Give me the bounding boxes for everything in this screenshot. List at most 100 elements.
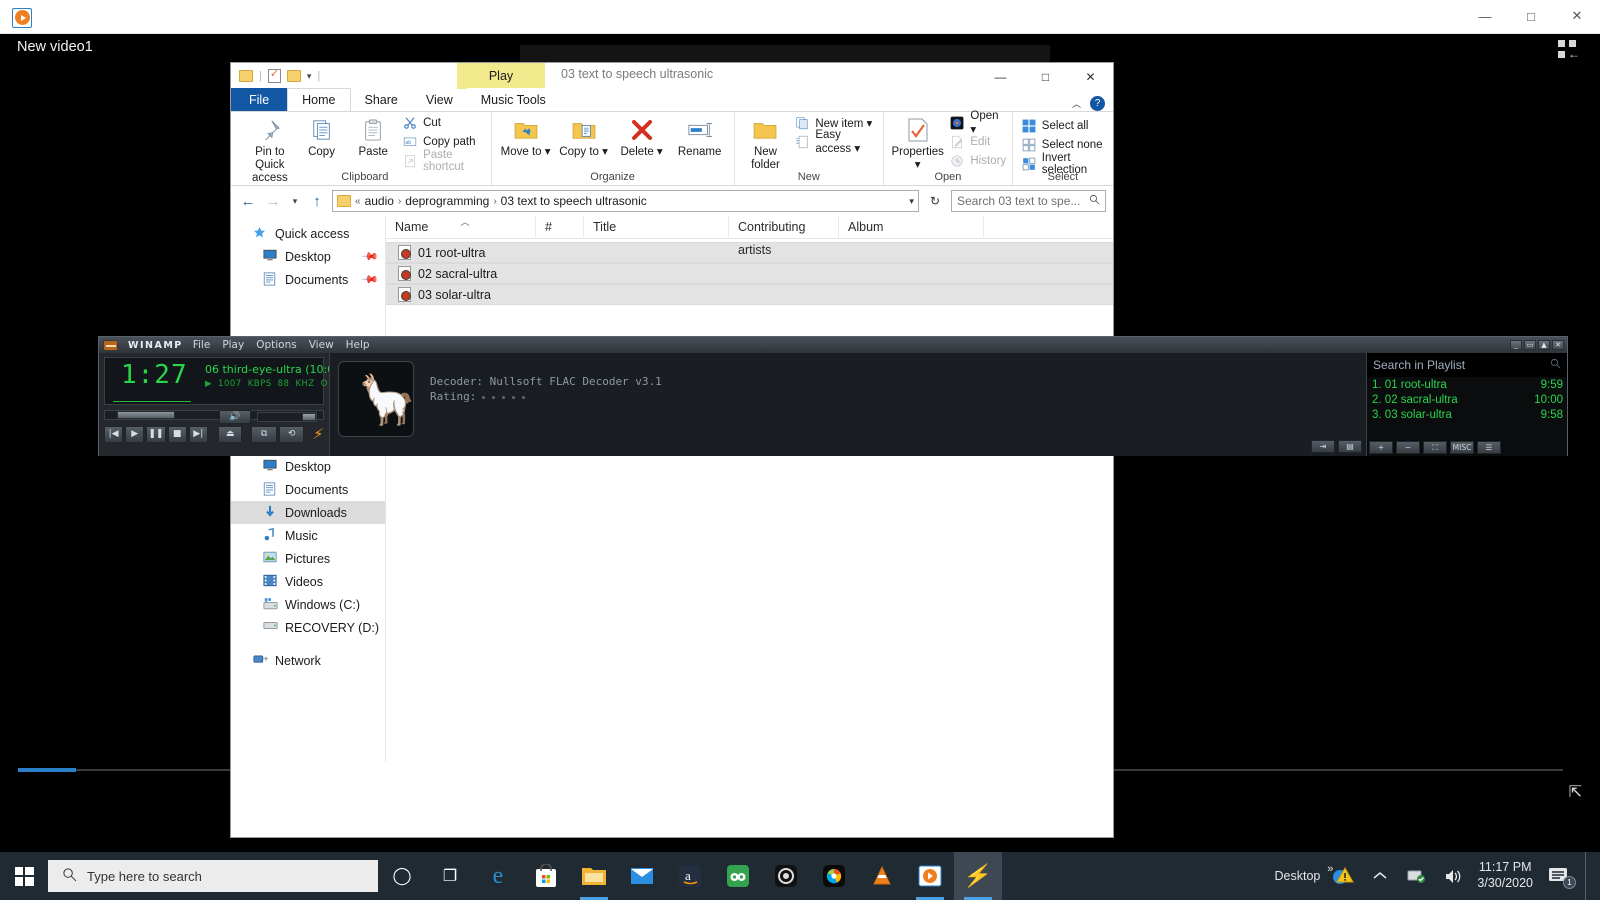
copy-to-button[interactable]: Copy to ▾ [555, 115, 613, 159]
edit-button[interactable]: Edit [950, 134, 1006, 150]
video-close-button[interactable]: ✕ [1554, 0, 1600, 33]
warning-icon[interactable] [1329, 852, 1357, 900]
delete-button[interactable]: Delete ▾ [613, 115, 671, 159]
new-folder-button[interactable]: New folder [740, 115, 792, 172]
sidebar-item-quick-access[interactable]: Quick access [231, 222, 385, 245]
stop-button[interactable]: ■ [167, 425, 187, 443]
select-all-button[interactable]: Select all [1022, 118, 1108, 134]
sidebar-item-music[interactable]: Music [231, 524, 385, 547]
sidebar-item-recovery-d[interactable]: RECOVERY (D:) [231, 616, 385, 639]
lightning-icon[interactable]: ⚡ [312, 425, 326, 443]
chevron-up-icon[interactable] [1366, 852, 1394, 900]
file-explorer-icon[interactable] [570, 852, 618, 900]
playlist-misc-button[interactable]: MISC [1450, 441, 1474, 454]
breadcrumb-item-current[interactable]: 03 text to speech ultrasonic [501, 194, 647, 208]
pause-button[interactable]: ❚❚ [146, 425, 166, 443]
sidebar-item-desktop-qa[interactable]: Desktop 📌 [231, 245, 385, 268]
paste-button[interactable]: Paste [347, 115, 399, 159]
properties-icon[interactable] [267, 67, 281, 83]
help-icon[interactable]: ? [1090, 96, 1105, 111]
menu-help[interactable]: Help [346, 339, 370, 351]
copy-button[interactable]: Copy [296, 115, 348, 159]
seek-thumb[interactable] [117, 411, 175, 419]
playlist-add-button[interactable]: + [1369, 441, 1393, 454]
list-item[interactable]: 2. 02 sacral-ultra 10:00 [1367, 392, 1567, 407]
winamp-shade-button[interactable]: ▲ [1538, 340, 1550, 350]
volume-icon[interactable] [1440, 852, 1468, 900]
amazon-icon[interactable]: a [666, 852, 714, 900]
pin-icon[interactable]: 📌 [361, 270, 380, 289]
sidebar-item-documents[interactable]: Documents [231, 478, 385, 501]
properties-button[interactable]: Properties ▾ [889, 115, 946, 172]
task-view-icon[interactable]: ❐ [426, 852, 474, 900]
playback-time[interactable]: 1:27 [121, 360, 188, 390]
up-button[interactable]: ↑ [307, 193, 327, 210]
visualizer[interactable] [113, 388, 191, 402]
menu-view[interactable]: View [309, 339, 334, 351]
network-icon[interactable] [1403, 852, 1431, 900]
video-maximize-button[interactable]: □ [1508, 0, 1554, 33]
sidebar-item-desktop[interactable]: Desktop [231, 455, 385, 478]
sidebar-item-network[interactable]: Network [231, 649, 385, 672]
breadcrumb[interactable]: « audio › deprogramming › 03 text to spe… [332, 190, 919, 212]
winamp-icon[interactable]: ⚡ [954, 852, 1002, 900]
microsoft-store-icon[interactable] [522, 852, 570, 900]
ribbon-collapse-icon[interactable]: ︿ [1072, 97, 1081, 110]
search-input[interactable]: Search 03 text to spe... [951, 190, 1106, 212]
sidebar-item-downloads[interactable]: Downloads [231, 501, 385, 524]
sidebar-item-videos[interactable]: Videos [231, 570, 385, 593]
tab-music-tools[interactable]: Music Tools [466, 88, 560, 111]
new-folder-icon[interactable] [286, 70, 301, 82]
media-player-icon[interactable] [906, 852, 954, 900]
vlc-icon[interactable] [858, 852, 906, 900]
camera-icon[interactable] [762, 852, 810, 900]
contextual-tab-group-play[interactable]: Play [457, 63, 545, 89]
eject-button[interactable]: ⏏ [217, 425, 243, 443]
info-button-1[interactable]: ⇥ [1311, 440, 1335, 453]
speaker-icon[interactable]: 🔊 [219, 410, 251, 424]
refresh-icon[interactable]: ↻ [924, 194, 940, 208]
explorer-maximize-button[interactable]: □ [1023, 63, 1068, 91]
shuffle-button[interactable]: ⧉ [251, 425, 277, 443]
table-row[interactable]: 02 sacral-ultra [386, 263, 1113, 284]
column-header-name[interactable]: ︿ Name [386, 215, 536, 239]
play-button[interactable]: ▶ [125, 425, 145, 443]
back-button[interactable]: ← [238, 193, 258, 210]
list-item[interactable]: 3. 03 solar-ultra 9:58 [1367, 407, 1567, 422]
info-button-2[interactable]: ▤ [1338, 440, 1362, 453]
repeat-button[interactable]: ⟲ [278, 425, 305, 443]
explorer-close-button[interactable]: ✕ [1068, 63, 1113, 91]
chevron-down-icon[interactable]: ▾ [307, 71, 312, 82]
expand-icon[interactable]: ⇱ [1569, 782, 1582, 802]
next-button[interactable]: ▶| [188, 425, 208, 443]
list-item[interactable]: 1. 01 root-ultra 9:59 [1367, 377, 1567, 392]
playlist-search-input[interactable]: Search in Playlist [1367, 353, 1567, 377]
breadcrumb-item-audio[interactable]: audio [365, 194, 394, 208]
column-header-album[interactable]: Album [839, 215, 984, 239]
clock[interactable]: 11:17 PM 3/30/2020 [1477, 860, 1533, 891]
cut-button[interactable]: Cut [403, 115, 486, 131]
pin-icon[interactable]: 📌 [361, 247, 380, 266]
playlist-select-button[interactable]: ⛶ [1423, 441, 1447, 454]
column-header-contributing-artists[interactable]: Contributing artists [729, 215, 839, 257]
search-input[interactable]: Type here to search [48, 860, 378, 892]
video-minimize-button[interactable]: — [1462, 0, 1508, 33]
winamp-minimize-button[interactable]: _ [1510, 340, 1522, 350]
cortana-icon[interactable]: ◯ [378, 852, 426, 900]
folder-icon[interactable] [239, 70, 253, 82]
easy-access-button[interactable]: Easy access ▾ [795, 129, 878, 155]
show-desktop-label[interactable]: Desktop » [1275, 863, 1334, 883]
open-button[interactable]: Open ▾ [950, 110, 1006, 136]
column-header-track-number[interactable]: # [536, 215, 584, 239]
previous-button[interactable]: |◀ [104, 425, 124, 443]
tab-file[interactable]: File [231, 88, 288, 111]
invert-selection-button[interactable]: Invert selection [1022, 152, 1108, 176]
select-none-button[interactable]: Select none [1022, 137, 1108, 153]
mail-icon[interactable] [618, 852, 666, 900]
breadcrumb-root-chevron[interactable]: « [355, 196, 361, 207]
forward-button[interactable]: → [263, 193, 283, 210]
recent-locations-icon[interactable]: ▾ [288, 196, 302, 207]
tripadvisor-icon[interactable] [714, 852, 762, 900]
explorer-minimize-button[interactable]: — [978, 63, 1023, 91]
breadcrumb-item-deprogramming[interactable]: deprogramming [405, 194, 489, 208]
